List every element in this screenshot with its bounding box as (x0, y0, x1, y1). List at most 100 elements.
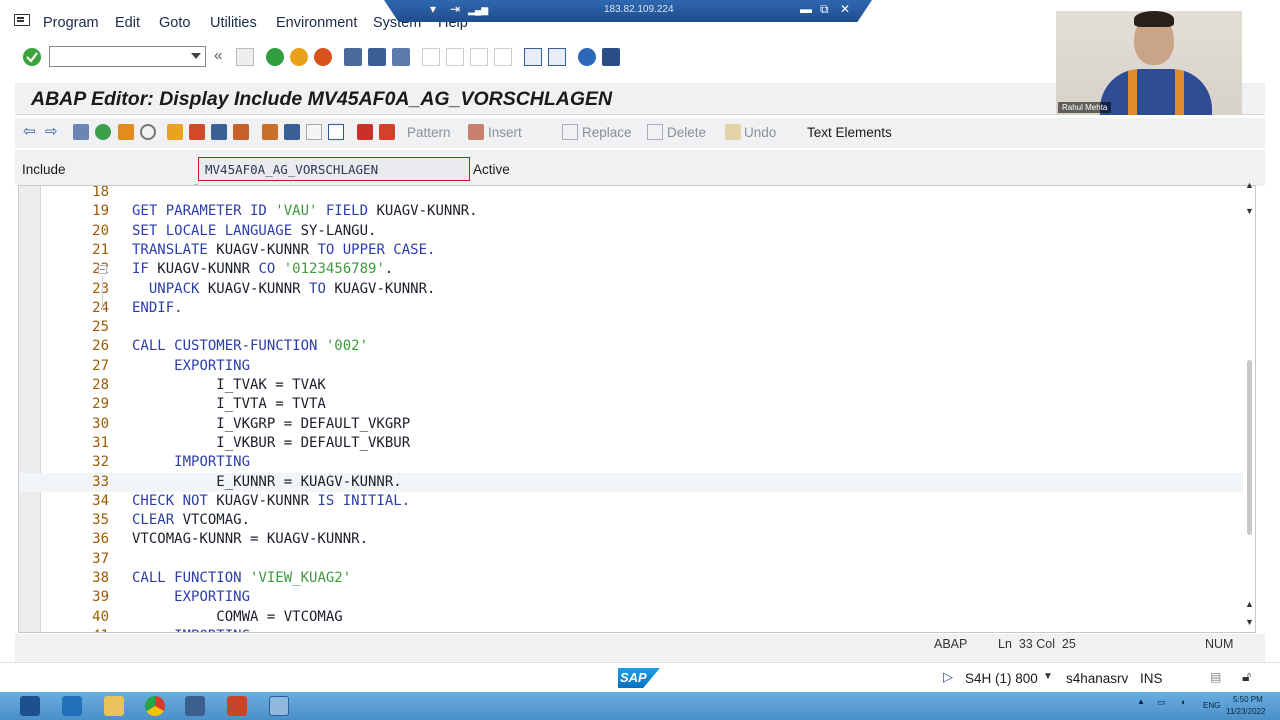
code-text[interactable]: E_KUNNR = KUAGV-KUNNR. (132, 473, 401, 492)
new-session-icon[interactable] (524, 48, 542, 66)
code-text[interactable]: IMPORTING (132, 453, 250, 472)
start-icon[interactable] (20, 696, 40, 716)
code-text[interactable]: EXPORTING (132, 357, 250, 376)
vertical-scrollbar[interactable]: ▲ ▼ ▲ ▼ (1244, 180, 1256, 633)
clock-time[interactable]: 5:50 PM (1233, 695, 1263, 704)
code-line[interactable]: 40 COMWA = VTCOMAG (19, 608, 1243, 627)
code-line[interactable]: 32 IMPORTING (19, 453, 1243, 472)
active-inactive-icon[interactable] (95, 124, 111, 140)
replace-icon[interactable] (562, 124, 578, 140)
code-text[interactable]: ENDIF. (132, 299, 183, 318)
display-change-icon[interactable] (73, 124, 89, 140)
help-icon[interactable] (578, 48, 596, 66)
tray-expand-icon[interactable]: ▲ (1137, 697, 1145, 706)
insert-button[interactable]: Insert (488, 125, 522, 140)
scroll-top-icon[interactable]: ▲ (1245, 180, 1254, 190)
where-used-icon[interactable] (211, 124, 227, 140)
code-line[interactable]: 28 I_TVAK = TVAK (19, 376, 1243, 395)
code-line[interactable]: 33 E_KUNNR = KUAGV-KUNNR. (19, 472, 1243, 492)
previous-page-icon[interactable] (446, 48, 464, 66)
menu-environment[interactable]: Environment (276, 15, 357, 31)
powershell-icon[interactable] (62, 696, 82, 716)
find-icon[interactable] (368, 48, 386, 66)
code-text[interactable]: I_VKGRP = DEFAULT_VKGRP (132, 415, 410, 434)
clock-date[interactable]: 11/23/2022 (1226, 707, 1265, 716)
code-text[interactable]: IF KUAGV-KUNNR CO '0123456789'. (132, 260, 393, 279)
code-line[interactable]: 26 CALL CUSTOMER-FUNCTION '002' (19, 337, 1243, 356)
code-text[interactable]: UNPACK KUAGV-KUNNR TO KUAGV-KUNNR. (132, 280, 436, 299)
code-line[interactable]: 41 IMPORTING (19, 627, 1243, 632)
scroll-down-icon[interactable]: ▼ (1245, 206, 1254, 216)
code-text[interactable]: COMWA = VTCOMAG (132, 608, 342, 627)
code-line[interactable]: 20 SET LOCALE LANGUAGE SY-LANGU. (19, 222, 1243, 241)
lock-icon[interactable]: 🔓︎ (1242, 668, 1251, 685)
chevron-down-icon[interactable] (191, 53, 201, 59)
insert-icon[interactable] (468, 124, 484, 140)
powerpoint-icon[interactable] (227, 696, 247, 716)
code-area[interactable]: 18 19 GET PARAMETER ID 'VAU' FIELD KUAGV-K… (19, 186, 1243, 632)
exit-icon[interactable] (290, 48, 308, 66)
code-text[interactable]: IMPORTING (132, 627, 250, 632)
minimize-icon[interactable]: ▬ (800, 2, 812, 16)
last-page-icon[interactable] (494, 48, 512, 66)
code-line[interactable]: 38 CALL FUNCTION 'VIEW_KUAG2' (19, 569, 1243, 588)
collapse-icon[interactable]: « (214, 47, 222, 64)
code-line[interactable]: 24 ENDIF. (19, 299, 1243, 318)
code-line[interactable]: 37 (19, 550, 1243, 569)
volume-icon[interactable]: ◖ (1180, 697, 1185, 707)
next-page-icon[interactable] (470, 48, 488, 66)
chevron-down-icon[interactable]: ▼ (1043, 671, 1053, 682)
back-icon[interactable] (266, 48, 284, 66)
delete-icon[interactable] (647, 124, 663, 140)
shortcut-icon[interactable] (548, 48, 566, 66)
code-text[interactable]: CALL CUSTOMER-FUNCTION '002' (132, 337, 368, 356)
breakpoint-icon[interactable] (357, 124, 373, 140)
code-line[interactable]: 25 (19, 318, 1243, 337)
check-icon[interactable] (140, 124, 156, 140)
code-text[interactable]: I_VKBUR = DEFAULT_VKBUR (132, 434, 410, 453)
code-line[interactable]: 39 EXPORTING (19, 588, 1243, 607)
sap-menu-icon[interactable] (14, 14, 30, 26)
pin-icon[interactable]: ▾ (430, 2, 436, 16)
object-list-icon[interactable] (233, 124, 249, 140)
menu-program[interactable]: Program (43, 15, 99, 31)
first-page-icon[interactable] (422, 48, 440, 66)
code-line[interactable]: 19 GET PARAMETER ID 'VAU' FIELD KUAGV-KUN… (19, 202, 1243, 221)
test-icon[interactable] (189, 124, 205, 140)
sap-logon-icon[interactable] (185, 696, 205, 716)
code-line[interactable]: 18 (19, 186, 1243, 202)
code-text[interactable]: GET PARAMETER ID 'VAU' FIELD KUAGV-KUNNR… (132, 202, 478, 221)
customize-layout-icon[interactable] (602, 48, 620, 66)
find-next-icon[interactable] (392, 48, 410, 66)
code-line[interactable]: 31 I_VKBUR = DEFAULT_VKBUR (19, 434, 1243, 453)
command-field[interactable] (49, 46, 206, 67)
code-editor[interactable]: 18 19 GET PARAMETER ID 'VAU' FIELD KUAGV-K… (18, 185, 1256, 633)
text-elements-button[interactable]: Text Elements (807, 125, 892, 140)
notification-icon[interactable]: ▤ (1210, 670, 1221, 684)
undo-button[interactable]: Undo (744, 125, 776, 140)
code-line[interactable]: 27 EXPORTING (19, 357, 1243, 376)
file-explorer-icon[interactable] (104, 696, 124, 716)
fold-toggle-icon[interactable] (98, 265, 107, 275)
language-indicator-tray[interactable]: ENG (1203, 701, 1220, 710)
hierarchy-icon[interactable] (262, 124, 278, 140)
print-icon[interactable] (344, 48, 362, 66)
save-icon[interactable] (236, 48, 254, 66)
code-text[interactable]: I_TVTA = TVTA (132, 395, 326, 414)
code-text[interactable]: CHECK NOT KUAGV-KUNNR IS INITIAL. (132, 492, 410, 511)
code-line[interactable]: 35 CLEAR VTCOMAG. (19, 511, 1243, 530)
code-line[interactable]: 29 I_TVTA = TVTA (19, 395, 1243, 414)
arrow-right-icon[interactable]: ⇨ (45, 122, 58, 140)
code-text[interactable]: EXPORTING (132, 588, 250, 607)
scroll-thumb[interactable] (1247, 360, 1252, 535)
menu-edit[interactable]: Edit (115, 15, 140, 31)
delete-button[interactable]: Delete (667, 125, 706, 140)
scroll-bottom-icon[interactable]: ▼ (1245, 617, 1254, 627)
undo-icon[interactable] (725, 124, 741, 140)
restore-icon[interactable]: ⧉ (820, 2, 829, 17)
code-text[interactable]: VTCOMAG-KUNNR = KUAGV-KUNNR. (132, 530, 368, 549)
code-line[interactable]: 30 I_VKGRP = DEFAULT_VKGRP (19, 415, 1243, 434)
chrome-icon[interactable] (145, 696, 165, 716)
navigation-icon[interactable] (284, 124, 300, 140)
other-object-icon[interactable] (118, 124, 134, 140)
